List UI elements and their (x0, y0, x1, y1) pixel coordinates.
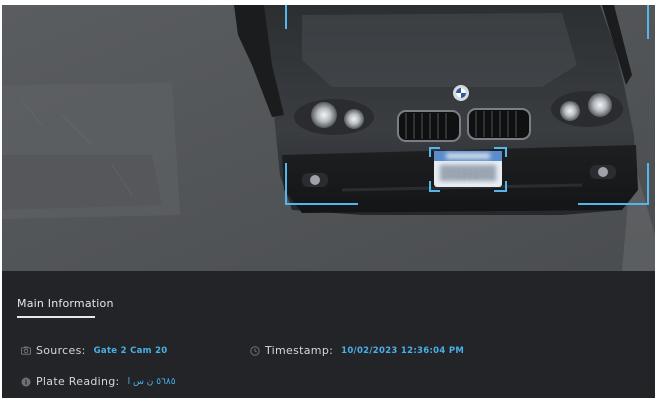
timestamp-label: Timestamp: (265, 344, 334, 357)
timestamp-value: 10/02/2023 12:36:04 PM (341, 345, 465, 356)
camera-snapshot: ١٢٣٤ (2, 5, 655, 271)
vehicle-image: ١٢٣٤ (2, 5, 655, 271)
info-circle-icon (21, 377, 31, 387)
section-tab-indicator (17, 316, 95, 318)
section-title-main-information[interactable]: Main Information (17, 297, 114, 310)
timestamp-field: Timestamp: 10/02/2023 12:36:04 PM (250, 344, 464, 357)
detection-card: ١٢٣٤ Main Information Sources: Gate 2 Ca… (2, 5, 655, 398)
plate-reading-value: ٥٦٨٥ ن س ا (127, 376, 176, 387)
source-value[interactable]: Gate 2 Cam 20 (94, 346, 168, 356)
plate-reading-field: Plate Reading: ٥٦٨٥ ن س ا (21, 375, 176, 388)
license-plate-text: ١٢٣٤ (456, 169, 480, 182)
source-field: Sources: Gate 2 Cam 20 (21, 344, 168, 357)
camera-icon (21, 346, 31, 356)
plate-reading-label: Plate Reading: (36, 375, 120, 388)
info-panel: Main Information Sources: Gate 2 Cam 20 … (2, 271, 655, 398)
clock-icon (250, 345, 260, 356)
source-label: Sources: (36, 344, 86, 357)
